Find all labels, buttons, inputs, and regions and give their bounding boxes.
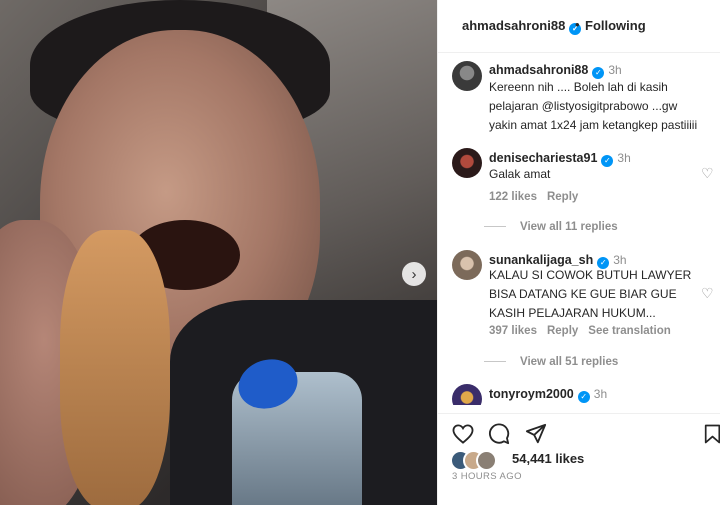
- comment-line: KASIH PELAJARAN HUKUM...: [489, 306, 656, 320]
- comment-username[interactable]: denisechariesta91: [489, 151, 597, 165]
- comment-line: KALAU SI COWOK BUTUH LAWYER: [489, 268, 692, 282]
- bookmark-icon[interactable]: [704, 421, 720, 447]
- liker-avatar[interactable]: [476, 450, 497, 471]
- comment-meta: 397 likes Reply See translation: [489, 325, 681, 337]
- header-username[interactable]: ahmadsahroni88 ✓: [462, 18, 582, 35]
- post-header: ahmadsahroni88 ✓ • Following: [438, 0, 720, 53]
- avatar[interactable]: [452, 384, 482, 405]
- comment-time: 3h: [593, 387, 608, 401]
- reply-button[interactable]: Reply: [547, 191, 578, 203]
- heart-icon[interactable]: ♡: [701, 286, 714, 300]
- heart-icon[interactable]: ♡: [701, 166, 714, 180]
- caption-header: ahmadsahroni88 ✓ 3h: [489, 61, 622, 79]
- caption-line: pelajaran @listyosigitprabowo ...gw: [489, 99, 678, 113]
- separator-dot: •: [575, 17, 580, 32]
- comment-time: 3h: [608, 63, 622, 77]
- comment-header: tonyroym2000 ✓ 3h: [489, 385, 607, 403]
- caption-line: yakin amat 1x24 jam ketangkep pastiiiii: [489, 118, 698, 132]
- send-icon[interactable]: [523, 421, 549, 447]
- comment-likes[interactable]: 122 likes: [489, 191, 537, 203]
- comments-list: ahmadsahroni88 ✓ 3h Kereenn nih .... Boleh…: [438, 53, 720, 405]
- view-replies-button[interactable]: View all 51 replies: [520, 356, 618, 368]
- view-replies-button[interactable]: View all 11 replies: [520, 221, 618, 233]
- verified-badge-icon: ✓: [601, 155, 614, 167]
- avatar[interactable]: [452, 250, 482, 280]
- reply-button[interactable]: Reply: [547, 325, 578, 337]
- avatar[interactable]: [452, 61, 482, 91]
- comment-username[interactable]: sunankalijaga_sh: [489, 253, 593, 267]
- comment-time: 3h: [613, 253, 627, 267]
- comment-meta: 122 likes Reply: [489, 191, 588, 203]
- post-sidebar: ahmadsahroni88 ✓ • Following ahmadsahroni…: [437, 0, 720, 505]
- comment-text: KALAU SI COWOK BUTUH LAWYER BISA DATANG …: [489, 266, 691, 323]
- comment-username[interactable]: ahmadsahroni88: [489, 63, 588, 77]
- chevron-right-icon[interactable]: ›: [402, 262, 426, 286]
- caption-text: Kereenn nih .... Boleh lah di kasih pela…: [489, 78, 697, 135]
- caption-line: Kereenn nih .... Boleh lah di kasih: [489, 80, 668, 94]
- comment-likes[interactable]: 397 likes: [489, 325, 537, 337]
- likes-count[interactable]: 54,441 likes: [512, 451, 584, 466]
- heart-icon[interactable]: [450, 421, 476, 447]
- verified-badge-icon: ✓: [577, 391, 590, 403]
- comment-text: Galak amat: [489, 167, 551, 181]
- comment-username[interactable]: tonyroym2000: [489, 387, 574, 401]
- comment-icon[interactable]: [486, 421, 512, 447]
- likes-row: 54,441 likes: [450, 448, 710, 471]
- see-translation-button[interactable]: See translation: [588, 325, 670, 337]
- post-media: ›: [0, 0, 437, 505]
- avatar[interactable]: [452, 148, 482, 178]
- comment-line: BISA DATANG KE GUE BIAR GUE: [489, 287, 677, 301]
- woman-hair: [60, 230, 170, 505]
- post-timestamp: 3 HOURS AGO: [452, 471, 522, 482]
- comment-time: 3h: [617, 151, 631, 165]
- following-button[interactable]: Following: [585, 18, 646, 33]
